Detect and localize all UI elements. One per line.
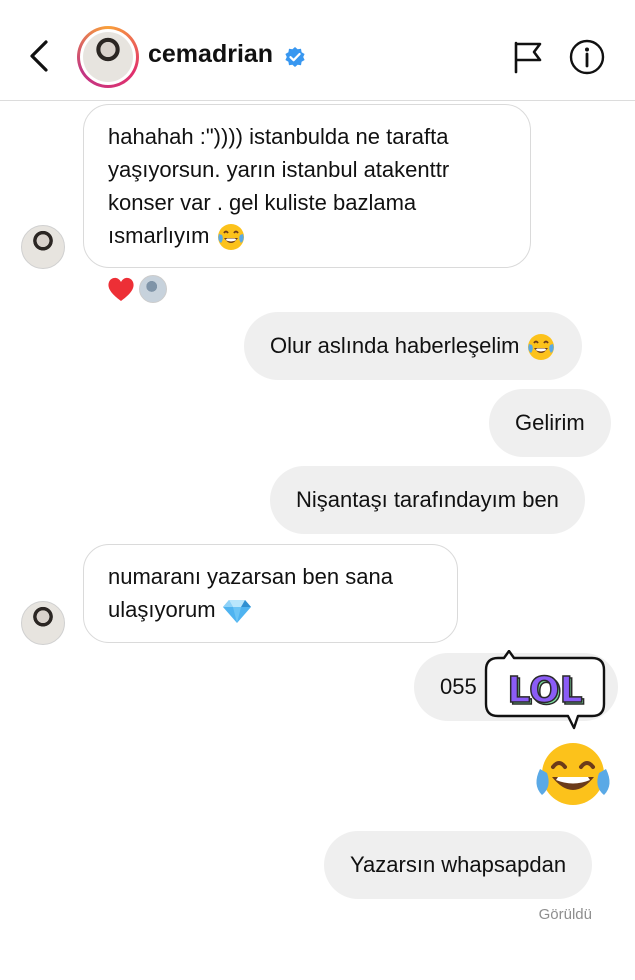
incoming-message[interactable]: hahahah :")))) istanbulda ne tarafta yaş… (83, 104, 531, 268)
message-text: 055 (440, 674, 477, 699)
chat-username[interactable]: cemadrian (148, 40, 273, 69)
lol-sticker[interactable]: LOL LOL (482, 650, 608, 734)
info-icon[interactable] (569, 39, 605, 75)
sender-avatar[interactable] (21, 601, 65, 645)
message-line: hahahah :")))) istanbulda ne tarafta (108, 124, 449, 149)
outgoing-message[interactable]: Yazarsın whapsapdan (324, 831, 593, 899)
verified-badge-icon (285, 47, 305, 67)
outgoing-message[interactable]: Olur aslında haberleşelim (244, 312, 582, 380)
face-with-tears-of-joy-icon (217, 224, 244, 251)
message-line: yaşıyorsun. yarın istanbul atakenttr (108, 157, 450, 182)
avatar-photo (83, 32, 133, 82)
message-text: Yazarsın whapsapdan (350, 852, 567, 877)
face-with-tears-of-joy-icon (527, 334, 554, 361)
back-chevron-icon[interactable] (24, 36, 56, 76)
incoming-message[interactable]: numaranı yazarsan ben sana ulaşıyorum (83, 544, 458, 643)
message-line: ulaşıyorum (108, 597, 216, 622)
message-text: Nişantaşı tarafındayım ben (296, 487, 559, 512)
message-text: Olur aslında haberleşelim (270, 333, 520, 358)
report-flag-icon[interactable] (512, 40, 544, 74)
message-line: ısmarlıyım (108, 223, 210, 248)
seen-status: Görüldü (538, 906, 592, 923)
message-line: konser var . gel kuliste bazlama (108, 190, 417, 215)
reaction-heart-icon[interactable] (106, 275, 136, 303)
message-line: numaranı yazarsan ben sana (108, 564, 393, 589)
sticker-text: LOL (507, 670, 582, 711)
outgoing-message[interactable]: Nişantaşı tarafındayım ben (270, 466, 585, 534)
reactor-avatar[interactable] (139, 275, 167, 303)
profile-avatar[interactable] (77, 26, 139, 88)
sender-avatar[interactable] (21, 225, 65, 269)
face-with-tears-of-joy-icon[interactable] (532, 741, 614, 807)
gem-stone-icon (222, 600, 251, 624)
message-text: Gelirim (515, 410, 585, 435)
outgoing-message[interactable]: Gelirim (489, 389, 611, 457)
chat-header: cemadrian (0, 0, 635, 101)
